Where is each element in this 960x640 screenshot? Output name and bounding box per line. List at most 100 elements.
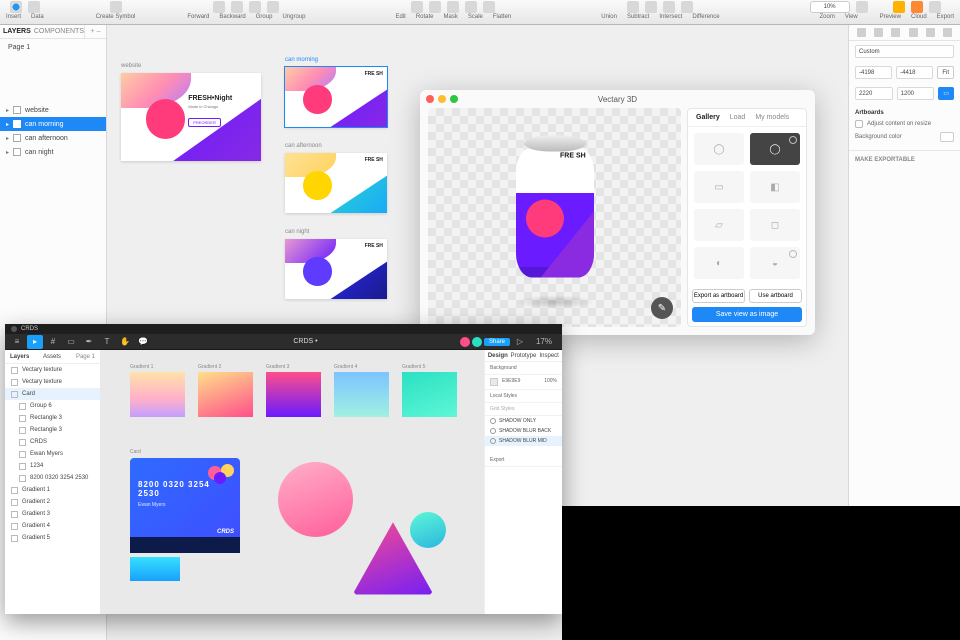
zoom-field[interactable]: 10% xyxy=(810,1,850,13)
use-artboard-button[interactable]: Use artboard xyxy=(749,289,802,303)
share-button[interactable]: Share xyxy=(484,338,510,346)
figma-layer-item[interactable]: Ewan Myers xyxy=(5,448,100,460)
vectary-window[interactable]: Vectary 3D FRE SH ✎ Gallery Load My mode… xyxy=(420,90,815,335)
zoom-value[interactable]: 17% xyxy=(530,335,558,349)
maximize-icon[interactable] xyxy=(450,95,458,103)
tab-layers[interactable]: Layers xyxy=(5,350,38,363)
align-bottom-icon[interactable] xyxy=(943,28,952,37)
page-selector[interactable]: Page 1 xyxy=(71,350,100,363)
effect-style[interactable]: SHADOW BLUR MID xyxy=(485,436,562,446)
union-icon[interactable] xyxy=(627,1,639,13)
align-right-icon[interactable] xyxy=(891,28,900,37)
artboard-can-morning[interactable]: can morning FRE SH xyxy=(285,67,387,127)
figma-layer-item[interactable]: Rectangle 3 xyxy=(5,424,100,436)
vectary-titlebar[interactable]: Vectary 3D xyxy=(420,90,815,108)
data-icon[interactable] xyxy=(28,1,40,13)
subtract-icon[interactable] xyxy=(645,1,657,13)
frame-card[interactable]: Card 8200 0320 3254 2530 Ewan Myers CRDS xyxy=(130,458,240,553)
flatten-icon[interactable] xyxy=(483,1,495,13)
effect-style[interactable]: SHADOW BLUR BACK xyxy=(485,426,562,436)
model-thumb[interactable]: ◻ xyxy=(750,209,800,241)
bg-color-swatch[interactable] xyxy=(940,132,954,142)
model-thumb[interactable]: ◒ xyxy=(750,247,800,279)
figma-layer-item[interactable]: Vectary texture xyxy=(5,376,100,388)
forward-icon[interactable] xyxy=(213,1,225,13)
view-icon[interactable] xyxy=(856,1,868,13)
figma-layer-item[interactable]: 8200 0320 3254 2530 xyxy=(5,472,100,484)
preview-icon[interactable] xyxy=(893,1,905,13)
figma-layer-item[interactable]: CRDS xyxy=(5,436,100,448)
shape-circle-large[interactable] xyxy=(278,462,353,537)
model-thumb[interactable]: ◧ xyxy=(750,171,800,203)
avatar[interactable] xyxy=(460,337,470,347)
figma-canvas[interactable]: Gradient 1 Gradient 2 Gradient 3 Gradien… xyxy=(100,350,484,614)
rotate-icon[interactable] xyxy=(429,1,441,13)
align-vcenter-icon[interactable] xyxy=(926,28,935,37)
figma-tab[interactable]: CRDS xyxy=(21,326,38,332)
export-as-artboard-button[interactable]: Export as artboard xyxy=(692,289,745,303)
figma-layer-item[interactable]: Gradient 1 xyxy=(5,484,100,496)
preset-field[interactable]: Custom xyxy=(855,45,954,58)
align-left-icon[interactable] xyxy=(857,28,866,37)
close-icon[interactable] xyxy=(426,95,434,103)
figma-layer-item[interactable]: Gradient 2 xyxy=(5,496,100,508)
model-thumb[interactable]: ◯ xyxy=(750,133,800,165)
add-page-button[interactable]: + – xyxy=(84,25,106,38)
figma-layer-item[interactable]: Group 6 xyxy=(5,400,100,412)
figma-titlebar[interactable]: CRDS xyxy=(5,324,562,334)
tab-load[interactable]: Load xyxy=(730,114,746,121)
w-field[interactable]: 2220 xyxy=(855,87,893,100)
export-section[interactable]: Export xyxy=(485,454,562,467)
bg-color-row[interactable]: E9E9E9100% xyxy=(485,375,562,390)
can-3d-model[interactable]: FRE SH xyxy=(516,135,594,285)
tab-assets[interactable]: Assets xyxy=(38,350,71,363)
model-thumb[interactable]: ▭ xyxy=(694,171,744,203)
group-icon[interactable] xyxy=(249,1,261,13)
fit-button[interactable]: Fit xyxy=(937,66,954,79)
export-icon[interactable] xyxy=(929,1,941,13)
adjust-content-checkbox[interactable]: Adjust content on resize xyxy=(849,118,960,130)
shape-circle-small[interactable] xyxy=(410,512,446,548)
tab-design[interactable]: Design xyxy=(485,350,511,361)
figma-layer-item[interactable]: Card xyxy=(5,388,100,400)
ungroup-icon[interactable] xyxy=(267,1,279,13)
make-exportable-section[interactable]: MAKE EXPORTABLE xyxy=(849,150,960,165)
scale-icon[interactable] xyxy=(465,1,477,13)
frame-tool[interactable]: # xyxy=(45,335,61,349)
figma-layer-item[interactable]: Rectangle 3 xyxy=(5,412,100,424)
figma-layer-item[interactable]: Vectary texture xyxy=(5,364,100,376)
vectary-viewport[interactable]: FRE SH ✎ xyxy=(428,108,681,327)
tab-my-models[interactable]: My models xyxy=(755,114,789,121)
move-tool[interactable]: ▸ xyxy=(27,335,43,349)
align-top-icon[interactable] xyxy=(909,28,918,37)
tab-prototype[interactable]: Prototype xyxy=(511,350,537,361)
model-thumb[interactable]: ▱ xyxy=(694,209,744,241)
figma-menu-icon[interactable]: ≡ xyxy=(9,335,25,349)
align-hcenter-icon[interactable] xyxy=(874,28,883,37)
figma-layer-item[interactable]: Gradient 4 xyxy=(5,520,100,532)
effect-style[interactable]: SHADOW ONLY xyxy=(485,416,562,426)
pen-tool[interactable]: ✒ xyxy=(81,335,97,349)
layer-can-night[interactable]: ▸can night xyxy=(0,145,106,159)
difference-icon[interactable] xyxy=(681,1,693,13)
minimize-icon[interactable] xyxy=(438,95,446,103)
intersect-icon[interactable] xyxy=(663,1,675,13)
mask-icon[interactable] xyxy=(447,1,459,13)
h-field[interactable]: 1200 xyxy=(897,87,935,100)
y-field[interactable]: -4418 xyxy=(896,66,933,79)
figma-file-title[interactable]: CRDS • xyxy=(293,338,317,345)
artboard-can-night[interactable]: can night FRE SH xyxy=(285,239,387,299)
background-color-row[interactable]: Background color xyxy=(849,130,960,144)
model-thumb[interactable]: ◐ xyxy=(694,247,744,279)
comment-tool[interactable]: 💬 xyxy=(135,335,151,349)
model-thumb[interactable]: ◯ xyxy=(694,133,744,165)
layer-website[interactable]: ▸website xyxy=(0,103,106,117)
layer-can-morning[interactable]: ▸can morning xyxy=(0,117,106,131)
figma-layer-item[interactable]: 1234 xyxy=(5,460,100,472)
figma-window[interactable]: CRDS ≡ ▸ # ▭ ✒ T ✋ 💬 CRDS • Share ▷ 17% … xyxy=(5,324,562,614)
artboard-website[interactable]: website FRESH•NightMade in ChicagoPREORD… xyxy=(121,73,261,161)
tab-components[interactable]: COMPONENTS xyxy=(34,25,84,38)
figma-layer-item[interactable]: Gradient 3 xyxy=(5,508,100,520)
cloud-icon[interactable] xyxy=(911,1,923,13)
present-button[interactable]: ▷ xyxy=(512,335,528,349)
